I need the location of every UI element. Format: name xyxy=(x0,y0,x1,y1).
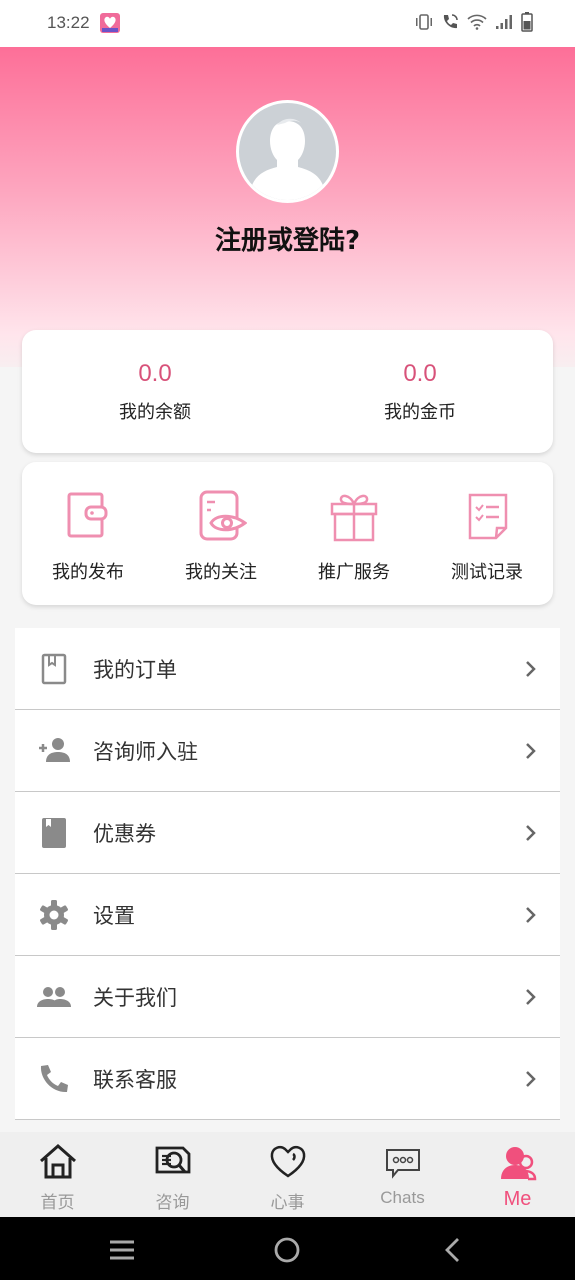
quick-action-following[interactable]: 我的关注 xyxy=(166,490,276,584)
menu-item-coupons[interactable]: 优惠券 xyxy=(15,792,560,874)
menu-label: 优惠券 xyxy=(93,821,156,846)
recent-apps-icon[interactable] xyxy=(107,1235,137,1265)
phone-icon xyxy=(40,1064,68,1092)
chevron-right-icon xyxy=(526,1070,536,1087)
menu-item-orders[interactable]: 我的订单 xyxy=(15,628,560,710)
checklist-icon xyxy=(468,493,508,540)
consult-icon xyxy=(155,1146,190,1174)
coins-label: 我的金币 xyxy=(384,402,456,423)
coins-item[interactable]: 0.0 我的金币 xyxy=(320,330,520,424)
chevron-right-icon xyxy=(526,988,536,1005)
chevron-right-icon xyxy=(526,824,536,841)
home-icon xyxy=(39,1143,76,1179)
menu-item-about-us[interactable]: 关于我们 xyxy=(15,956,560,1038)
menu-label: 设置 xyxy=(93,903,135,928)
wifi-icon xyxy=(467,14,487,30)
menu-item-settings[interactable]: 设置 xyxy=(15,874,560,956)
document-eye-icon xyxy=(199,490,248,541)
signal-icon xyxy=(496,15,512,29)
quick-action-label: 我的发布 xyxy=(52,562,124,583)
person-add-icon xyxy=(39,737,70,762)
balance-label: 我的余额 xyxy=(119,402,191,423)
balance-item[interactable]: 0.0 我的余额 xyxy=(55,330,255,424)
system-nav-bar xyxy=(0,1217,575,1280)
back-icon[interactable] xyxy=(438,1235,468,1265)
vibrate-icon xyxy=(416,14,432,30)
chat-bubble-icon xyxy=(385,1149,420,1179)
coins-value: 0.0 xyxy=(403,360,437,387)
heart-icon xyxy=(270,1145,305,1178)
balance-card: 0.0 我的余额 0.0 我的金币 xyxy=(22,330,553,453)
status-time: 13:22 xyxy=(47,13,90,32)
quick-action-label: 测试记录 xyxy=(451,562,523,583)
tab-label: 咨询 xyxy=(155,1193,190,1213)
menu-list: 我的订单 咨询师入驻 优惠券 设置 关于我们 联系客服 xyxy=(15,628,560,1120)
tab-consult[interactable]: 咨询 xyxy=(115,1132,230,1217)
menu-label: 关于我们 xyxy=(93,985,177,1010)
wifi-calling-icon xyxy=(443,14,458,29)
tab-me[interactable]: Me xyxy=(460,1132,575,1217)
quick-actions-card: 我的发布 我的关注 推广服务 测试记录 xyxy=(22,462,553,605)
user-icon xyxy=(500,1147,536,1181)
avatar[interactable] xyxy=(236,100,339,203)
quick-action-label: 我的关注 xyxy=(185,562,257,583)
tab-home[interactable]: 首页 xyxy=(0,1132,115,1217)
book-outline-icon xyxy=(41,653,67,684)
gear-icon xyxy=(40,899,68,930)
profile-header xyxy=(0,47,575,367)
battery-icon xyxy=(521,12,533,32)
book-filled-icon xyxy=(42,817,66,848)
quick-action-label: 推广服务 xyxy=(318,562,390,583)
status-bar: 13:22 xyxy=(0,0,575,47)
chevron-right-icon xyxy=(526,742,536,759)
tab-chats[interactable]: Chats xyxy=(345,1132,460,1217)
tab-label: Me xyxy=(503,1188,532,1210)
balance-value: 0.0 xyxy=(138,360,172,387)
menu-label: 联系客服 xyxy=(93,1067,177,1092)
chevron-right-icon xyxy=(526,660,536,677)
tab-heart-matters[interactable]: 心事 xyxy=(230,1132,345,1217)
menu-label: 我的订单 xyxy=(93,657,177,682)
tab-label: 心事 xyxy=(270,1193,305,1213)
quick-action-promotion[interactable]: 推广服务 xyxy=(299,490,409,584)
bottom-tab-bar: 首页 咨询 心事 Chats Me xyxy=(0,1132,575,1217)
login-prompt[interactable]: 注册或登陆? xyxy=(0,220,575,257)
menu-label: 咨询师入驻 xyxy=(93,739,198,764)
chevron-right-icon xyxy=(526,906,536,923)
wallet-icon xyxy=(67,492,108,538)
gift-icon xyxy=(330,494,378,542)
tab-label: Chats xyxy=(380,1188,425,1207)
tab-label: 首页 xyxy=(40,1193,75,1213)
default-avatar-icon xyxy=(239,103,336,200)
menu-item-customer-service[interactable]: 联系客服 xyxy=(15,1038,560,1120)
quick-action-my-posts[interactable]: 我的发布 xyxy=(33,490,143,584)
app-notification-icon xyxy=(100,13,120,33)
home-button-icon[interactable] xyxy=(272,1235,302,1265)
people-icon xyxy=(37,986,71,1007)
quick-action-test-records[interactable]: 测试记录 xyxy=(432,490,542,584)
menu-item-counselor-join[interactable]: 咨询师入驻 xyxy=(15,710,560,792)
